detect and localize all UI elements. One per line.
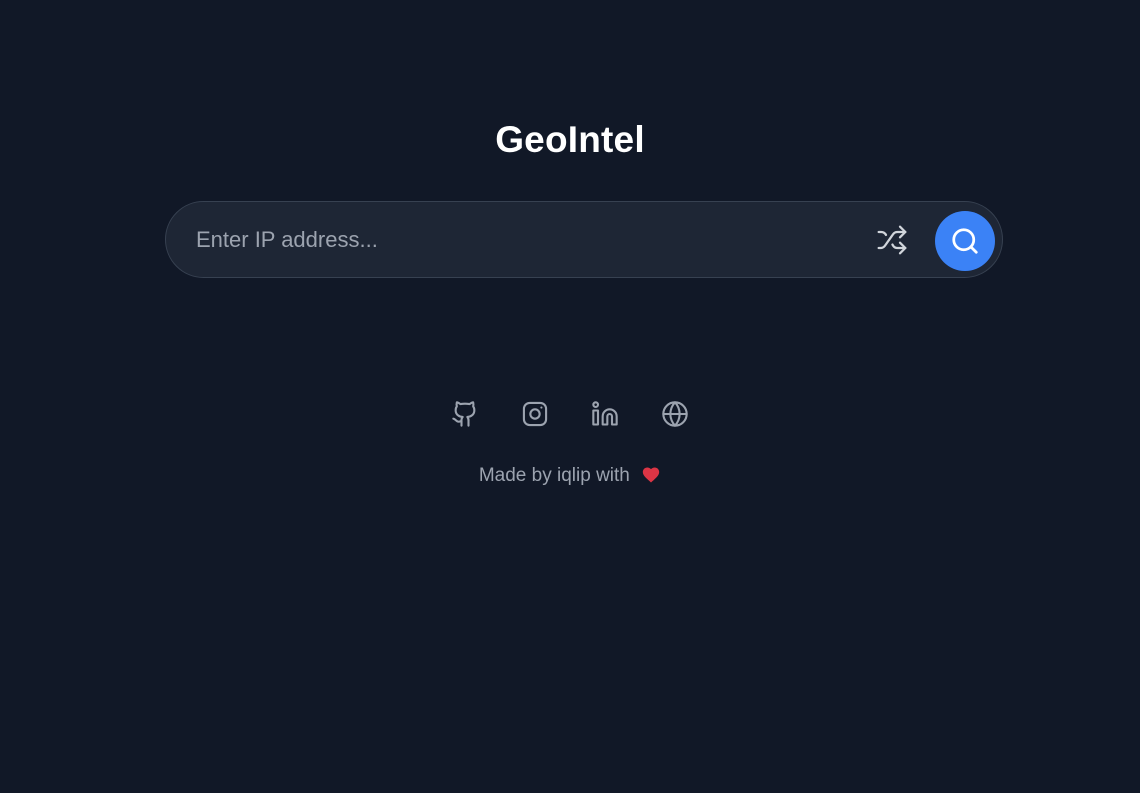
instagram-icon xyxy=(522,401,548,427)
page: GeoIntel Enter IP address... Made by iql… xyxy=(0,0,1140,793)
instagram-link[interactable] xyxy=(520,398,550,430)
heart-icon xyxy=(641,464,661,492)
footer: Made by iqlip with xyxy=(0,462,1140,492)
search-bar xyxy=(165,201,1003,278)
search-icon xyxy=(952,228,978,254)
shuffle-icon xyxy=(877,225,907,255)
globe-icon xyxy=(662,401,688,427)
github-link[interactable] xyxy=(450,398,480,430)
random-ip-button[interactable] xyxy=(874,222,910,258)
page-title: GeoIntel xyxy=(495,119,645,160)
github-icon xyxy=(452,401,476,427)
website-link[interactable] xyxy=(660,398,690,430)
social-links xyxy=(0,398,1140,430)
ip-address-input[interactable] xyxy=(196,220,856,260)
search-button[interactable] xyxy=(935,211,995,271)
linkedin-icon xyxy=(592,401,618,426)
linkedin-link[interactable] xyxy=(590,398,620,430)
footer-text: Made by iqlip with xyxy=(478,465,630,486)
